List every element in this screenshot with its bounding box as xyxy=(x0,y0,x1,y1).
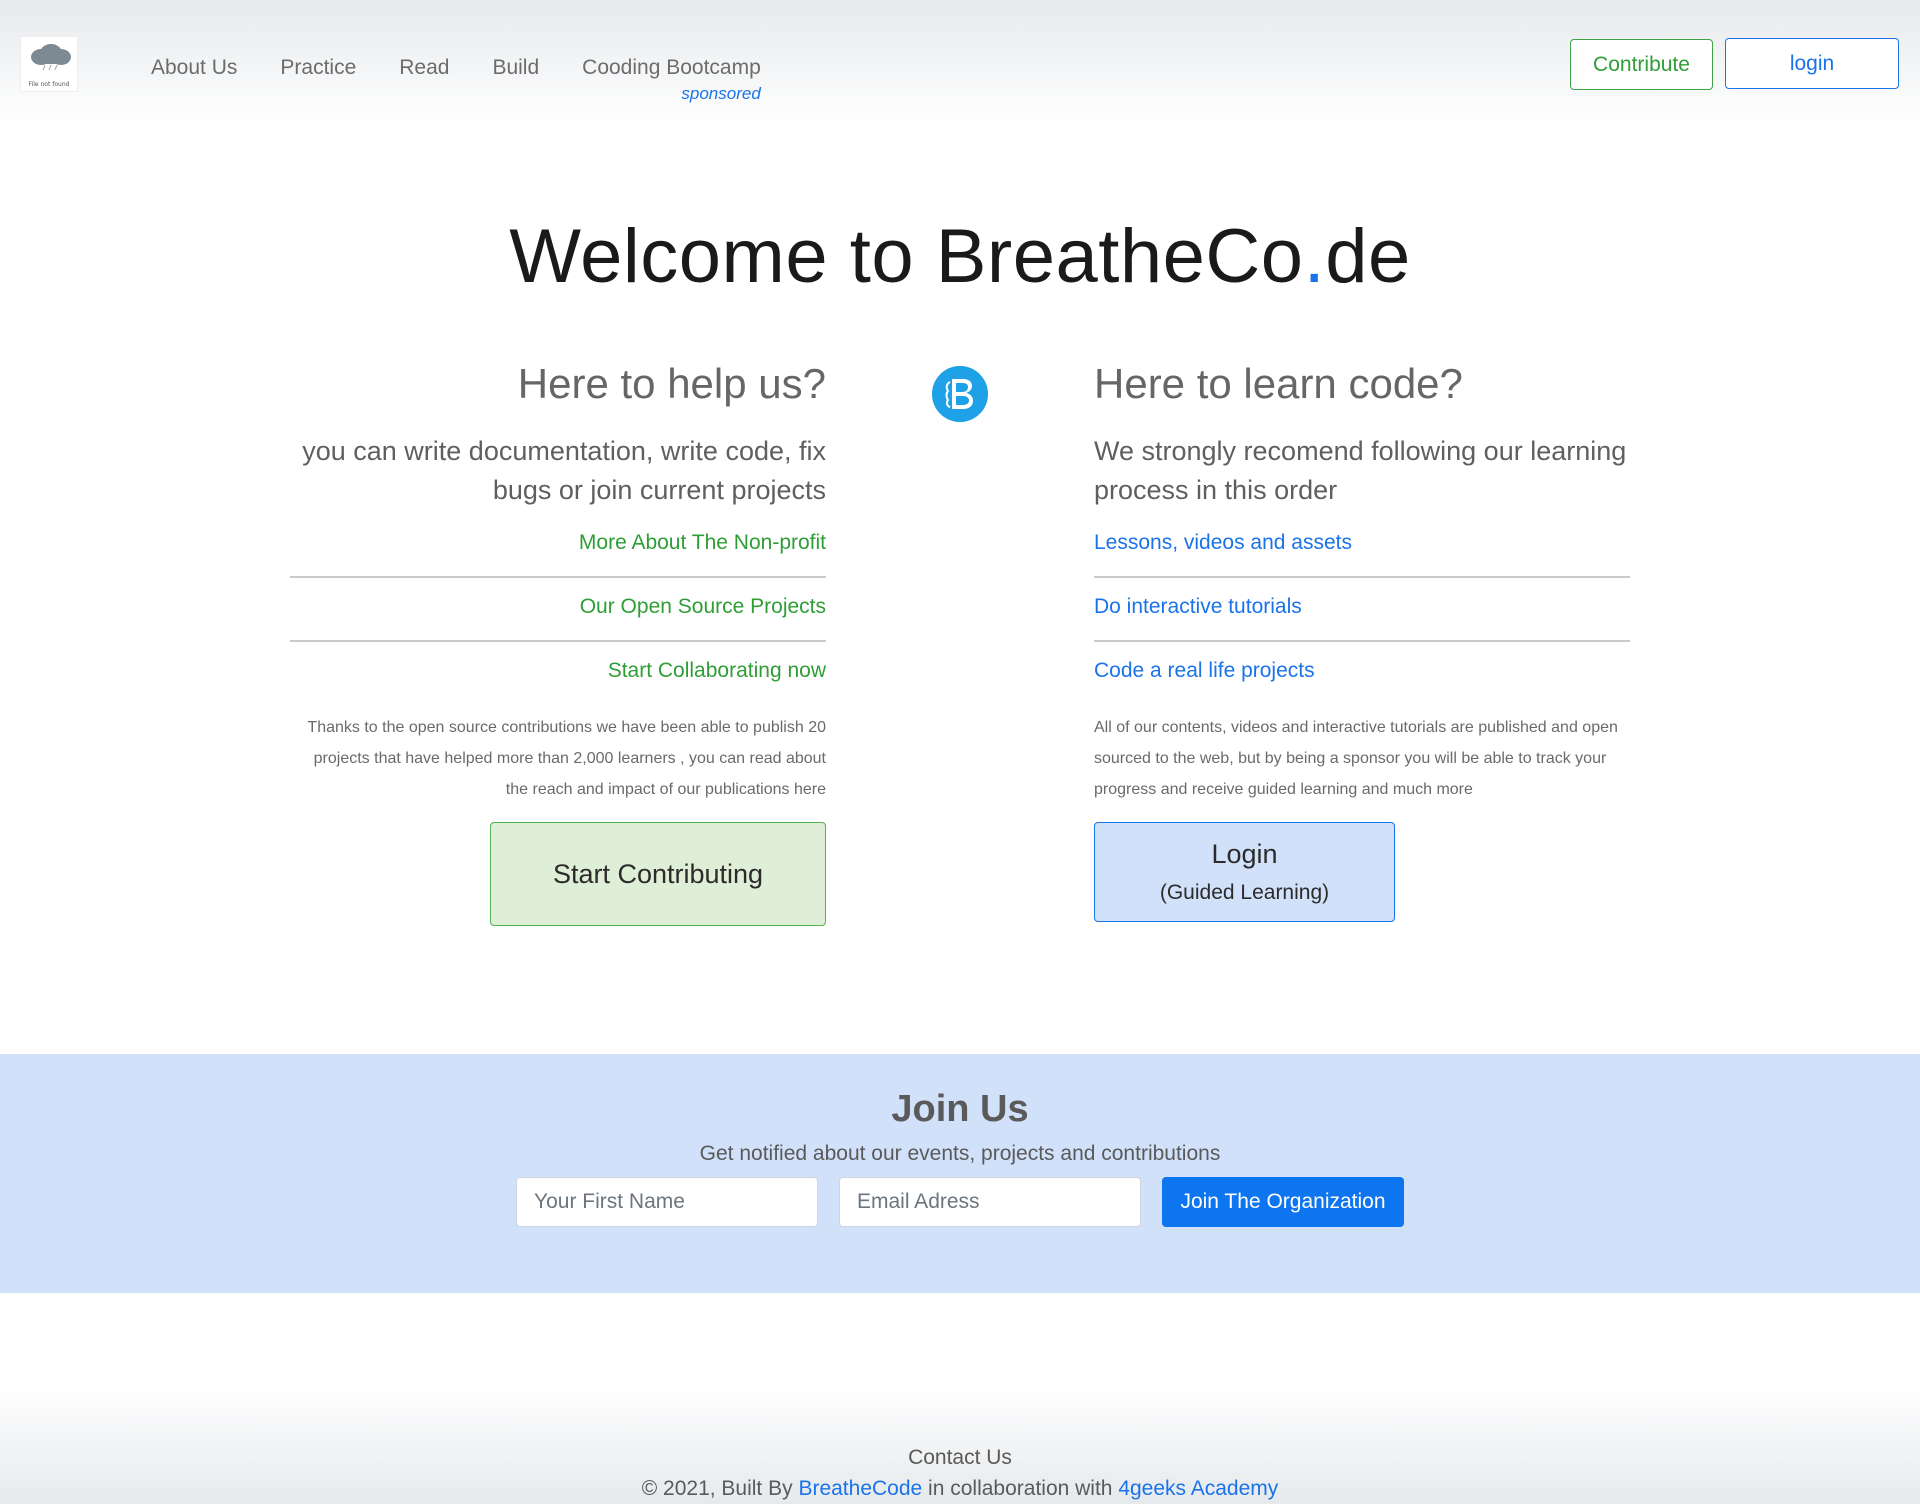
link-non-profit[interactable]: More About The Non-profit xyxy=(290,532,826,596)
nav-links: About Us Practice Read Build Cooding Boo… xyxy=(151,56,804,103)
first-name-input[interactable]: Your First Name xyxy=(516,1177,818,1227)
guided-login-label: Login xyxy=(1211,839,1278,869)
start-contributing-button[interactable]: Start Contributing xyxy=(490,822,826,926)
title-part-1: Welcome to BreatheCo xyxy=(509,214,1304,299)
nav-link-practice[interactable]: Practice xyxy=(280,56,356,80)
help-note: Thanks to the open source contributions … xyxy=(307,719,826,798)
title-dot: . xyxy=(1303,214,1326,299)
help-title: Here to help us? xyxy=(517,360,826,407)
learn-title: Here to learn code? xyxy=(1094,360,1463,407)
footer: Contact Us © 2021, Built By BreatheCode … xyxy=(0,1384,1920,1504)
divider xyxy=(1094,640,1630,642)
guided-learning-label: (Guided Learning) xyxy=(1159,881,1330,904)
help-links: More About The Non-profit Our Open Sourc… xyxy=(290,532,826,724)
copyright: © 2021, Built By BreatheCode in collabor… xyxy=(0,1477,1920,1501)
nav-link-build[interactable]: Build xyxy=(492,56,539,80)
nav-link-read[interactable]: Read xyxy=(399,56,449,80)
help-column: Here to help us? you can write documenta… xyxy=(290,360,826,805)
nav-link-bootcamp-label: Cooding Bootcamp xyxy=(582,56,761,79)
contribute-button[interactable]: Contribute xyxy=(1570,39,1713,90)
learn-note: All of our contents, videos and interact… xyxy=(1094,719,1618,798)
divider xyxy=(290,640,826,642)
logo-alt-text: File not found xyxy=(28,81,70,88)
join-organization-button[interactable]: Join The Organization xyxy=(1162,1177,1404,1227)
breathecode-logo-icon xyxy=(932,366,988,422)
breathecode-link[interactable]: BreatheCode xyxy=(798,1477,922,1500)
title-part-2: de xyxy=(1325,214,1411,299)
learn-column: Here to learn code? We strongly recomend… xyxy=(1094,360,1630,805)
nav-link-about-us[interactable]: About Us xyxy=(151,56,237,80)
4geeks-link[interactable]: 4geeks Academy xyxy=(1118,1477,1278,1500)
link-lessons[interactable]: Lessons, videos and assets xyxy=(1094,532,1630,596)
divider xyxy=(1094,576,1630,578)
copyright-prefix: © 2021, Built By xyxy=(641,1477,799,1500)
divider xyxy=(290,576,826,578)
link-interactive-tutorials[interactable]: Do interactive tutorials xyxy=(1094,596,1630,660)
contact-us-link[interactable]: Contact Us xyxy=(0,1446,1920,1470)
learn-links: Lessons, videos and assets Do interactiv… xyxy=(1094,532,1630,724)
join-section: Join Us Get notified about our events, p… xyxy=(0,1054,1920,1293)
help-subtitle: you can write documentation, write code,… xyxy=(302,436,826,505)
navbar: File not found About Us Practice Read Bu… xyxy=(0,0,1920,124)
copyright-mid: in collaboration with xyxy=(922,1477,1119,1500)
nav-link-bootcamp[interactable]: Cooding Bootcamp sponsored xyxy=(582,56,761,103)
sponsored-label: sponsored xyxy=(681,84,761,103)
join-title: Join Us xyxy=(891,1088,1029,1130)
page-title: Welcome to BreatheCo.de xyxy=(0,213,1920,300)
cloud-icon xyxy=(31,44,71,71)
join-subtitle: Get notified about our events, projects … xyxy=(699,1142,1221,1165)
learn-subtitle: We strongly recomend following our learn… xyxy=(1094,436,1627,505)
guided-learning-login-button[interactable]: Login (Guided Learning) xyxy=(1094,822,1395,922)
email-input[interactable]: Email Adress xyxy=(839,1177,1141,1227)
login-button[interactable]: login xyxy=(1725,38,1899,89)
logo-image[interactable]: File not found xyxy=(20,36,78,92)
link-open-source-projects[interactable]: Our Open Source Projects xyxy=(290,596,826,660)
